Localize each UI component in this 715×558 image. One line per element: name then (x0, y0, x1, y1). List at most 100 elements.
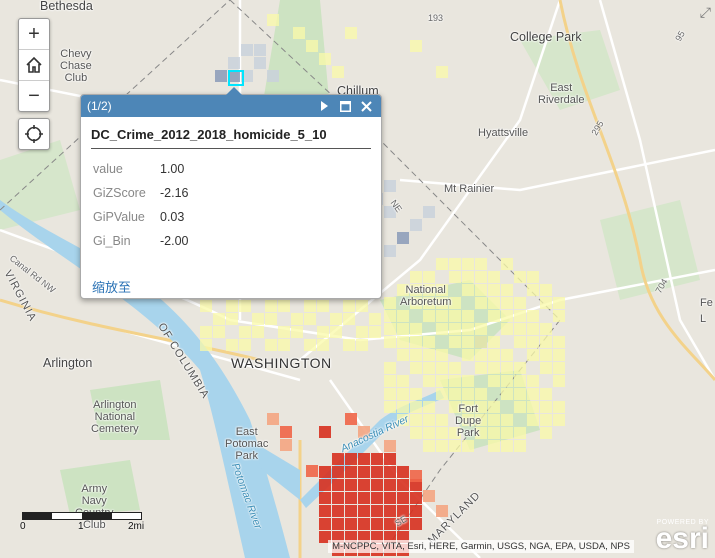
hotspot-cell[interactable] (319, 505, 331, 517)
hotspot-cell[interactable] (514, 310, 526, 322)
hotspot-cell[interactable] (423, 440, 435, 452)
maximize-button[interactable] (336, 97, 354, 115)
hotspot-cell[interactable] (540, 336, 552, 348)
hotspot-cell[interactable] (462, 271, 474, 283)
hotspot-cell[interactable] (319, 426, 331, 438)
hotspot-cell[interactable] (358, 518, 370, 530)
hotspot-cell[interactable] (304, 300, 316, 312)
hotspot-cell[interactable] (475, 349, 487, 361)
hotspot-cell[interactable] (267, 413, 279, 425)
hotspot-cell[interactable] (527, 349, 539, 361)
hotspot-cell[interactable] (319, 479, 331, 491)
hotspot-cell[interactable] (384, 479, 396, 491)
hotspot-cell[interactable] (488, 414, 500, 426)
hotspot-cell[interactable] (410, 323, 422, 335)
hotspot-cell[interactable] (384, 375, 396, 387)
hotspot-cell[interactable] (265, 313, 277, 325)
hotspot-cell[interactable] (514, 401, 526, 413)
hotspot-cell[interactable] (384, 401, 396, 413)
hotspot-cell[interactable] (397, 388, 409, 400)
hotspot-cell[interactable] (475, 258, 487, 270)
hotspot-cell[interactable] (436, 66, 448, 78)
hotspot-cell[interactable] (356, 326, 368, 338)
hotspot-cell[interactable] (514, 297, 526, 309)
hotspot-cell[interactable] (319, 492, 331, 504)
hotspot-cell[interactable] (345, 505, 357, 517)
hotspot-cell[interactable] (462, 323, 474, 335)
hotspot-cell[interactable] (423, 336, 435, 348)
hotspot-cell[interactable] (501, 310, 513, 322)
hotspot-cell[interactable] (371, 505, 383, 517)
hotspot-cell[interactable] (514, 388, 526, 400)
hotspot-cell[interactable] (527, 414, 539, 426)
hotspot-cell[interactable] (330, 313, 342, 325)
hotspot-cell[interactable] (345, 492, 357, 504)
hotspot-cell[interactable] (436, 310, 448, 322)
hotspot-cell[interactable] (332, 479, 344, 491)
hotspot-cell[interactable] (540, 323, 552, 335)
hotspot-cell[interactable] (254, 44, 266, 56)
hotspot-cell[interactable] (330, 326, 342, 338)
hotspot-cell[interactable] (410, 518, 422, 530)
hotspot-cell[interactable] (384, 505, 396, 517)
hotspot-cell[interactable] (514, 427, 526, 439)
hotspot-cell[interactable] (332, 466, 344, 478)
hotspot-cell[interactable] (410, 470, 422, 482)
hotspot-cell[interactable] (304, 313, 316, 325)
hotspot-cell[interactable] (436, 505, 448, 517)
map-view[interactable]: Bethesda Chevy Chase Club Chillum Colleg… (0, 0, 715, 558)
hotspot-cell[interactable] (241, 44, 253, 56)
hotspot-cell[interactable] (501, 427, 513, 439)
hotspot-cell[interactable] (540, 349, 552, 361)
hotspot-cell[interactable] (501, 284, 513, 296)
zoom-to-link[interactable]: 缩放至 (92, 277, 131, 296)
hotspot-cell[interactable] (553, 297, 565, 309)
hotspot-cell[interactable] (488, 401, 500, 413)
hotspot-cell[interactable] (371, 479, 383, 491)
hotspot-cell[interactable] (553, 349, 565, 361)
hotspot-cell[interactable] (397, 479, 409, 491)
hotspot-cell[interactable] (527, 388, 539, 400)
hotspot-cell[interactable] (501, 349, 513, 361)
hotspot-cell[interactable] (475, 271, 487, 283)
hotspot-cell[interactable] (475, 297, 487, 309)
hotspot-cell[interactable] (436, 427, 448, 439)
hotspot-cell[interactable] (410, 388, 422, 400)
hotspot-cell[interactable] (540, 427, 552, 439)
hotspot-cell[interactable] (410, 505, 422, 517)
hotspot-cell[interactable] (317, 326, 329, 338)
close-button[interactable] (357, 97, 375, 115)
hotspot-cell[interactable] (358, 453, 370, 465)
hotspot-cell[interactable] (410, 362, 422, 374)
hotspot-cell[interactable] (384, 323, 396, 335)
hotspot-cell[interactable] (410, 336, 422, 348)
hotspot-cell[interactable] (410, 40, 422, 52)
hotspot-cell[interactable] (462, 375, 474, 387)
hotspot-cell[interactable] (501, 258, 513, 270)
hotspot-cell[interactable] (462, 440, 474, 452)
hotspot-cell[interactable] (397, 401, 409, 413)
hotspot-cell[interactable] (423, 401, 435, 413)
hotspot-cell[interactable] (384, 180, 396, 192)
hotspot-cell[interactable] (278, 300, 290, 312)
hotspot-cell[interactable] (384, 362, 396, 374)
hotspot-cell[interactable] (254, 57, 266, 69)
hotspot-cell[interactable] (384, 440, 396, 452)
hotspot-cell[interactable] (449, 375, 461, 387)
hotspot-cell[interactable] (488, 297, 500, 309)
hotspot-cell[interactable] (291, 326, 303, 338)
hotspot-cell[interactable] (397, 323, 409, 335)
hotspot-cell[interactable] (343, 300, 355, 312)
hotspot-cell[interactable] (226, 313, 238, 325)
hotspot-cell[interactable] (252, 326, 264, 338)
hotspot-cell[interactable] (228, 57, 240, 69)
hotspot-cell[interactable] (449, 362, 461, 374)
hotspot-cell[interactable] (553, 414, 565, 426)
hotspot-cell[interactable] (384, 310, 396, 322)
hotspot-cell[interactable] (384, 466, 396, 478)
hotspot-cell[interactable] (449, 440, 461, 452)
hotspot-cell[interactable] (488, 284, 500, 296)
hotspot-cell[interactable] (356, 339, 368, 351)
hotspot-cell[interactable] (488, 336, 500, 348)
hotspot-cell[interactable] (332, 505, 344, 517)
